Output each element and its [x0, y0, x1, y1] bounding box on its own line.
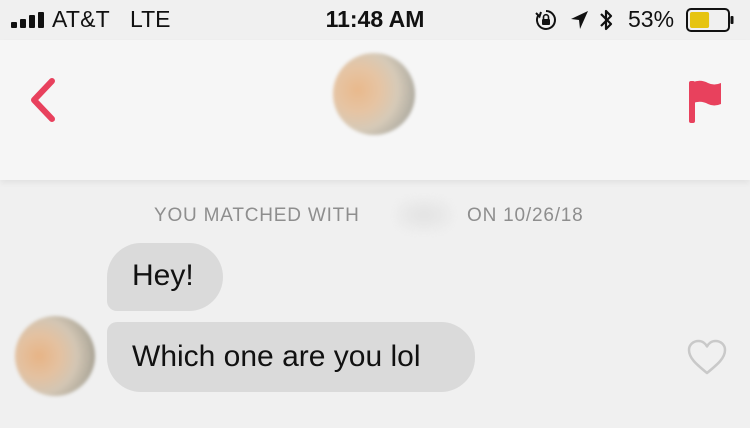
blurred-match-name [395, 198, 453, 232]
heart-outline-icon [687, 339, 727, 375]
status-bar: AT&T LTE 11:48 AM 53% [0, 0, 750, 40]
match-avatar[interactable] [333, 53, 415, 135]
flag-icon [689, 80, 721, 123]
battery-percentage: 53% [628, 6, 675, 32]
chat-screen: AT&T LTE 11:48 AM 53% YOU MATCHED WITH O… [0, 0, 750, 428]
match-note-date: ON 10/26/18 [467, 205, 584, 226]
back-button[interactable] [22, 75, 66, 125]
report-flag-button[interactable] [683, 78, 727, 126]
sender-avatar[interactable] [15, 316, 95, 396]
like-message-button[interactable] [686, 338, 728, 376]
message-bubble[interactable]: Hey! [107, 243, 223, 311]
rotation-lock-icon [535, 10, 556, 30]
location-arrow-icon [571, 11, 588, 29]
battery-icon [686, 8, 734, 32]
bluetooth-icon [600, 9, 613, 31]
match-note-prefix: YOU MATCHED WITH [154, 205, 360, 226]
chevron-left-icon [31, 78, 55, 122]
message-text: Which one are you lol [132, 340, 421, 373]
message-text: Hey! [132, 259, 194, 292]
message-bubble[interactable]: Which one are you lol [107, 322, 475, 392]
chat-header [0, 40, 750, 180]
